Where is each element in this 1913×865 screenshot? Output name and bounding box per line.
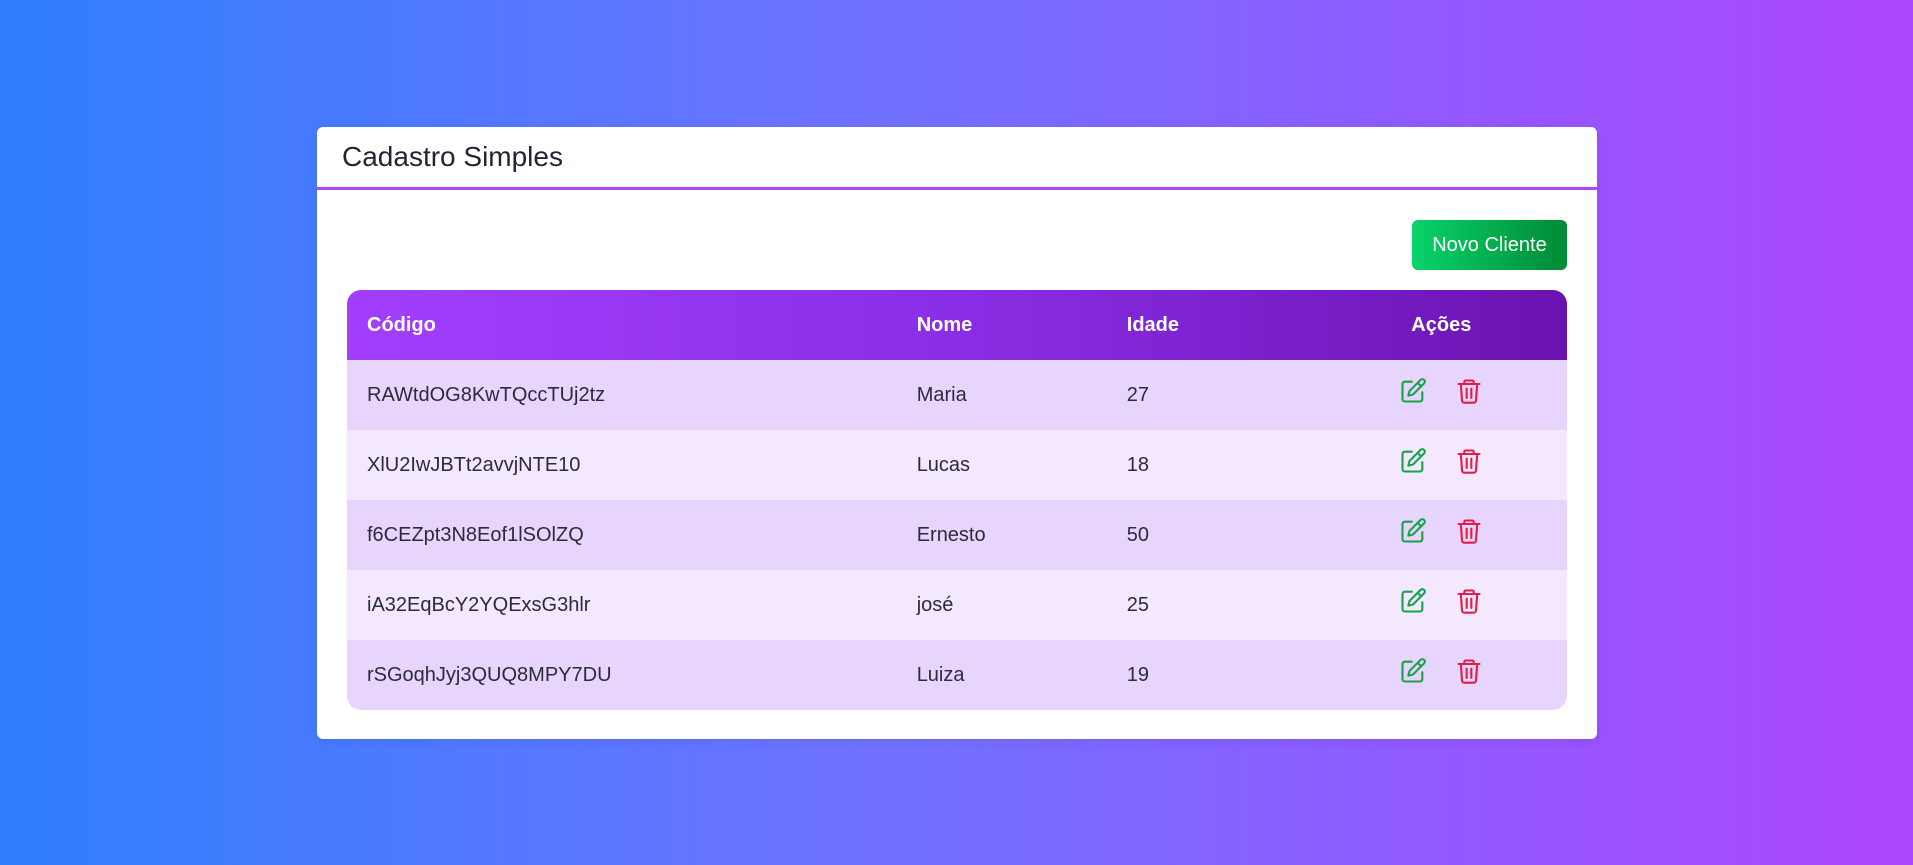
cell-codigo: f6CEZpt3N8Eof1lSOlZQ [367, 523, 584, 546]
table-row: rSGoqhJyj3QUQ8MPY7DU Luiza 19 [347, 640, 1567, 710]
trash-icon[interactable] [1455, 587, 1483, 615]
column-header-nome: Nome [916, 313, 973, 336]
cell-actions [1316, 640, 1567, 710]
cell-idade: 27 [1126, 383, 1150, 406]
trash-icon[interactable] [1455, 657, 1483, 685]
cell-codigo: iA32EqBcY2YQExsG3hlr [367, 593, 591, 616]
clients-table-container: Código Nome Idade Ações RAWtdOG8KwTQccTU… [347, 290, 1567, 710]
table-row: f6CEZpt3N8Eof1lSOlZQ Ernesto 50 [347, 500, 1567, 570]
edit-icon[interactable] [1399, 377, 1427, 405]
cell-idade: 50 [1126, 523, 1150, 546]
table-row: RAWtdOG8KwTQccTUj2tz Maria 27 [347, 360, 1567, 430]
trash-icon[interactable] [1455, 377, 1483, 405]
cell-actions [1316, 570, 1567, 640]
cell-actions [1316, 500, 1567, 570]
edit-icon[interactable] [1399, 657, 1427, 685]
cell-nome: Lucas [916, 453, 971, 476]
cell-nome: Ernesto [916, 523, 986, 546]
page-title: Cadastro Simples [342, 141, 563, 172]
cell-codigo: RAWtdOG8KwTQccTUj2tz [367, 383, 606, 406]
toolbar: Novo Cliente [1412, 220, 1567, 270]
table-row: iA32EqBcY2YQExsG3hlr josé 25 [347, 570, 1567, 640]
edit-icon[interactable] [1399, 447, 1427, 475]
card-header: Cadastro Simples [317, 127, 1597, 190]
trash-icon[interactable] [1455, 447, 1483, 475]
table-header-row: Código Nome Idade Ações [347, 290, 1567, 360]
column-header-codigo: Código [367, 313, 436, 336]
cell-actions [1316, 430, 1567, 500]
edit-icon[interactable] [1399, 517, 1427, 545]
column-header-acoes: Ações [1411, 313, 1472, 336]
cell-nome: Maria [916, 383, 967, 406]
column-header-idade: Idade [1126, 313, 1180, 336]
edit-icon[interactable] [1399, 587, 1427, 615]
cell-codigo: rSGoqhJyj3QUQ8MPY7DU [367, 663, 612, 686]
clients-table: Código Nome Idade Ações RAWtdOG8KwTQccTU… [347, 290, 1567, 710]
cell-actions [1316, 360, 1567, 430]
trash-icon[interactable] [1455, 517, 1483, 545]
cell-idade: 18 [1126, 453, 1150, 476]
cell-nome: josé [916, 593, 954, 616]
cell-idade: 25 [1126, 593, 1150, 616]
cell-nome: Luiza [916, 663, 965, 686]
new-client-button[interactable]: Novo Cliente [1412, 220, 1567, 270]
table-row: XlU2IwJBTt2avvjNTE10 Lucas 18 [347, 430, 1567, 500]
cell-idade: 19 [1126, 663, 1150, 686]
table-body: RAWtdOG8KwTQccTUj2tz Maria 27 XlU2IwJBTt… [347, 360, 1567, 710]
main-card: Cadastro Simples Novo Cliente Código Nom… [317, 127, 1597, 739]
cell-codigo: XlU2IwJBTt2avvjNTE10 [367, 453, 581, 476]
